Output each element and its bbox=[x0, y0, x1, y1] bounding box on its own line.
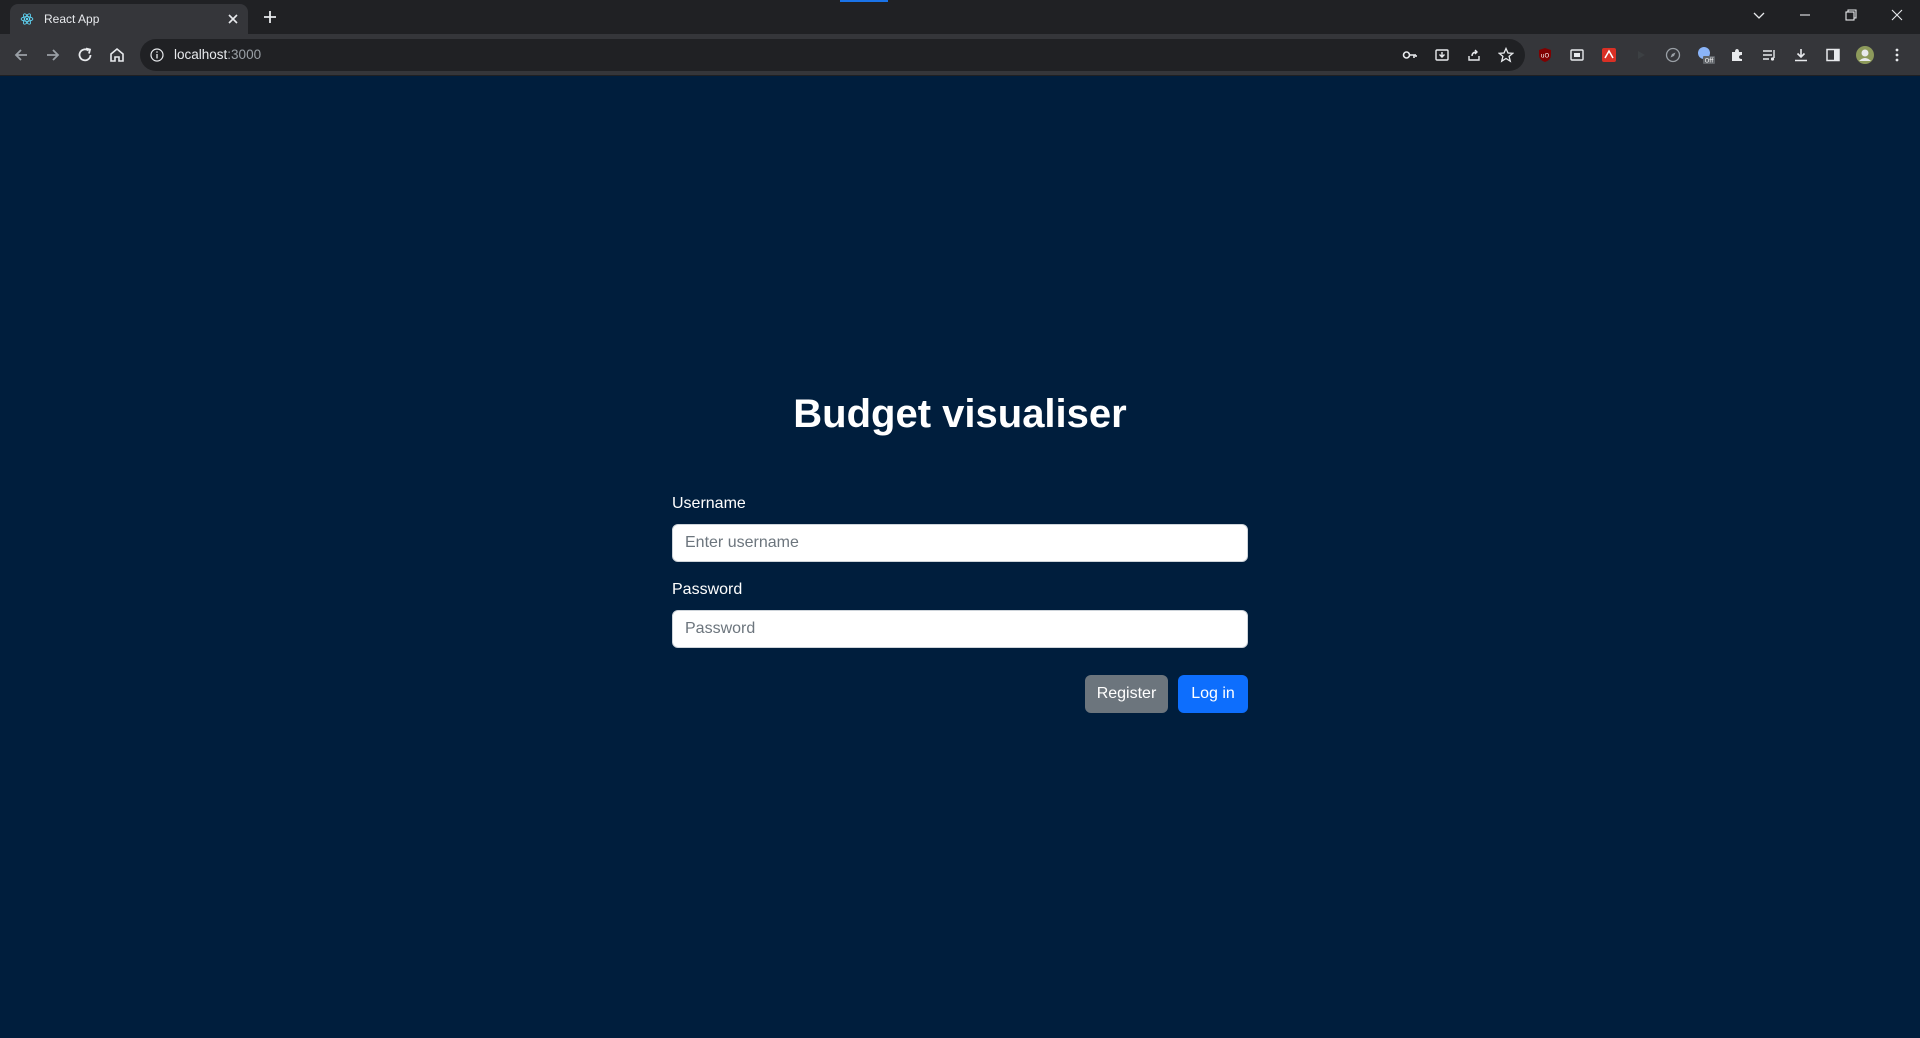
compass-extension-icon[interactable] bbox=[1663, 45, 1683, 65]
page-content: Budget visualiser Username Password Regi… bbox=[0, 77, 1920, 1038]
close-icon bbox=[1891, 9, 1903, 21]
download-icon[interactable] bbox=[1791, 45, 1811, 65]
minimize-icon bbox=[1800, 14, 1810, 16]
puzzle-extensions-icon[interactable] bbox=[1727, 45, 1747, 65]
share-icon[interactable] bbox=[1466, 47, 1482, 63]
username-label: Username bbox=[672, 495, 746, 512]
register-button[interactable]: Register bbox=[1085, 675, 1168, 713]
bookmark-star-icon[interactable] bbox=[1498, 47, 1514, 63]
red-extension-icon[interactable] bbox=[1599, 45, 1619, 65]
page-title: Budget visualiser bbox=[793, 392, 1127, 436]
svg-text:uO: uO bbox=[1541, 53, 1550, 60]
password-label: Password bbox=[672, 581, 743, 598]
back-arrow-icon bbox=[14, 49, 27, 61]
off-extension-icon[interactable]: Off bbox=[1695, 45, 1715, 65]
chevron-down-icon bbox=[1753, 12, 1765, 19]
tab-search-button[interactable] bbox=[1736, 0, 1782, 30]
react-icon bbox=[20, 13, 34, 25]
info-icon bbox=[150, 48, 164, 62]
password-input[interactable] bbox=[672, 610, 1248, 648]
close-tab-icon[interactable] bbox=[224, 10, 242, 28]
minimize-button[interactable] bbox=[1782, 0, 1828, 30]
home-icon bbox=[110, 47, 124, 62]
svg-text:Off: Off bbox=[1705, 58, 1715, 65]
reload-icon bbox=[78, 47, 92, 62]
forward-button[interactable] bbox=[42, 44, 64, 66]
url-host: localhost bbox=[174, 47, 228, 62]
tab-title: React App bbox=[44, 12, 100, 26]
url-text: localhost:3000 bbox=[174, 47, 261, 62]
media-queue-icon[interactable] bbox=[1759, 45, 1779, 65]
side-panel-icon[interactable] bbox=[1823, 45, 1843, 65]
browser-toolbar: localhost:3000 uO Off bbox=[0, 34, 1920, 76]
username-input[interactable] bbox=[672, 524, 1248, 562]
key-icon[interactable] bbox=[1402, 47, 1418, 63]
home-button[interactable] bbox=[106, 44, 128, 66]
login-button[interactable]: Log in bbox=[1178, 675, 1248, 713]
close-window-button[interactable] bbox=[1874, 0, 1920, 30]
url-port: :3000 bbox=[227, 47, 262, 62]
restore-icon bbox=[1845, 9, 1857, 21]
address-bar[interactable]: localhost:3000 bbox=[140, 39, 1525, 71]
back-button[interactable] bbox=[10, 44, 32, 66]
forward-arrow-icon bbox=[47, 49, 60, 61]
profile-avatar-icon[interactable] bbox=[1855, 45, 1875, 65]
ublock-extension-icon[interactable]: uO bbox=[1535, 45, 1555, 65]
tab-indicator bbox=[840, 0, 888, 2]
play-extension-icon[interactable] bbox=[1631, 45, 1651, 65]
window-extension-icon[interactable] bbox=[1567, 45, 1587, 65]
new-tab-icon[interactable] bbox=[260, 7, 280, 27]
tab-strip: React App bbox=[0, 0, 1920, 34]
install-app-icon[interactable] bbox=[1434, 47, 1450, 63]
reload-button[interactable] bbox=[74, 44, 96, 66]
browser-menu-icon[interactable] bbox=[1887, 45, 1907, 65]
restore-button[interactable] bbox=[1828, 0, 1874, 30]
browser-tab[interactable]: React App bbox=[10, 4, 248, 34]
